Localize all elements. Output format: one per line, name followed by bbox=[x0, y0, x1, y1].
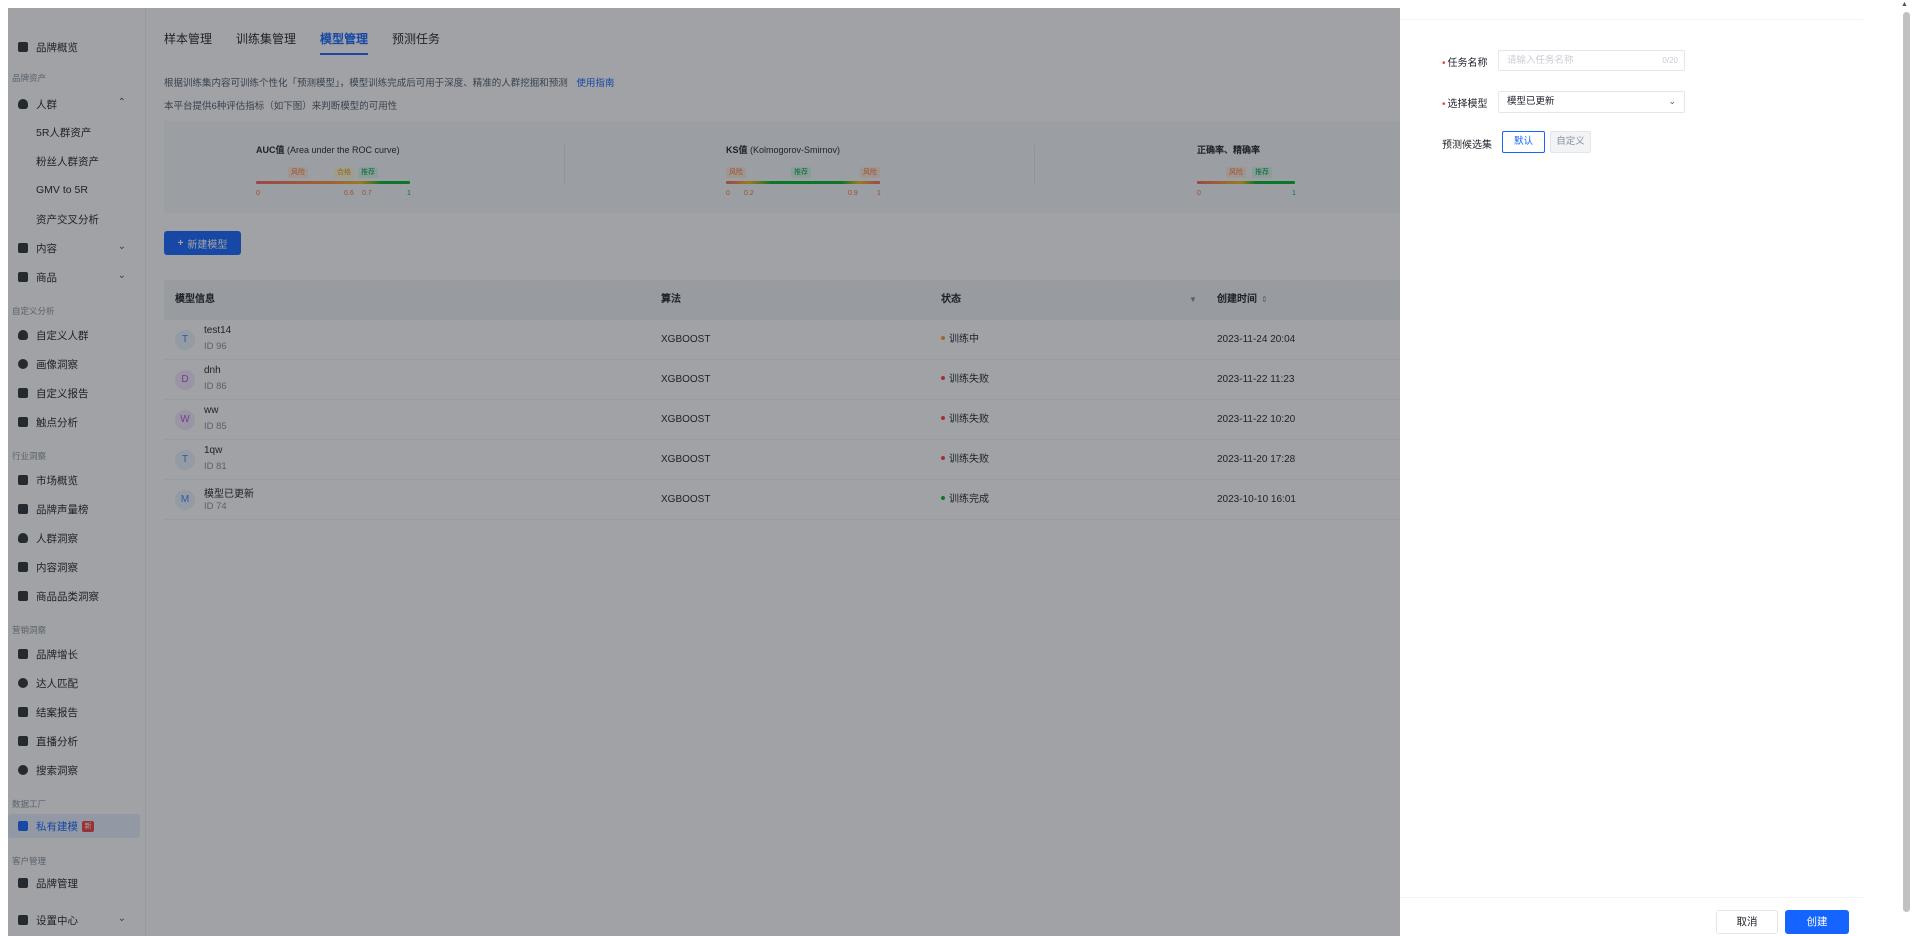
scroll-up-arrow-icon[interactable]: ▲ bbox=[1901, 1, 1908, 8]
drawer-footer-divider bbox=[1400, 897, 1863, 898]
create-button[interactable]: 创建 bbox=[1785, 910, 1849, 934]
cancel-button[interactable]: 取消 bbox=[1716, 910, 1778, 934]
modal-overlay[interactable] bbox=[8, 8, 1400, 936]
candidate-set-label: 预测候选集 bbox=[1442, 140, 1492, 151]
task-name-label: • 任务名称 bbox=[1442, 58, 1488, 69]
drawer-header-divider bbox=[1400, 19, 1863, 20]
create-task-drawer: • 任务名称 请输入任务名称 0/20 • 选择模型 模型已更新 ⌄ 预测候选集 默… bbox=[1400, 0, 1863, 936]
required-mark: • bbox=[1442, 99, 1446, 110]
model-select[interactable]: 模型已更新 ⌄ bbox=[1498, 91, 1685, 113]
scrollbar[interactable]: ▲ bbox=[1898, 0, 1914, 936]
chevron-down-icon: ⌄ bbox=[1668, 96, 1676, 106]
char-count: 0/20 bbox=[1662, 56, 1678, 65]
scrollbar-thumb[interactable] bbox=[1903, 12, 1910, 912]
model-select-label: • 选择模型 bbox=[1442, 99, 1488, 110]
app-window: 品牌概览 品牌资产 人群 ⌃ 5R人群资产 粉丝人群资产 GMV to 5R 资… bbox=[0, 0, 1914, 936]
candidate-custom-option[interactable]: 自定义 bbox=[1550, 131, 1591, 153]
model-select-value: 模型已更新 bbox=[1507, 96, 1555, 107]
task-name-input[interactable]: 请输入任务名称 0/20 bbox=[1498, 50, 1685, 71]
required-mark: • bbox=[1442, 58, 1446, 69]
task-name-placeholder: 请输入任务名称 bbox=[1507, 55, 1574, 66]
candidate-default-option[interactable]: 默认 bbox=[1502, 131, 1545, 153]
